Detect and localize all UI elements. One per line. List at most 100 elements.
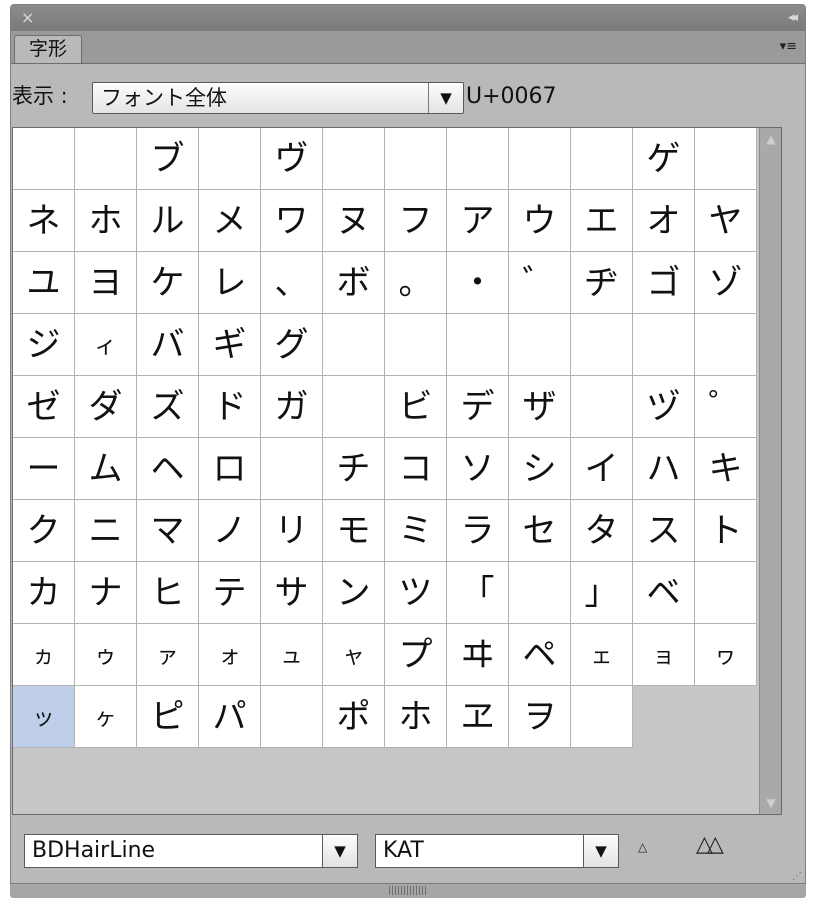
collapse-icon[interactable]: ◂◂ [788,7,798,29]
glyph-cell[interactable] [695,314,757,376]
glyph-cell[interactable]: デ [447,376,509,438]
glyph-cell[interactable]: ゜ [695,376,757,438]
glyph-cell[interactable]: ヘ [137,438,199,500]
font-family-select[interactable]: BDHairLine ▼ [24,834,358,868]
glyph-cell[interactable]: グ [261,314,323,376]
glyph-cell[interactable]: ジ [13,314,75,376]
glyph-cell[interactable]: ァ [137,624,199,686]
glyph-cell[interactable]: ヲ [509,686,571,748]
glyph-cell[interactable]: ブ [137,128,199,190]
vertical-scrollbar[interactable]: ▲ ▼ [759,128,781,814]
glyph-cell[interactable] [323,314,385,376]
glyph-cell[interactable]: ボ [323,252,385,314]
glyph-cell[interactable]: ィ [75,314,137,376]
glyph-cell[interactable]: ギ [199,314,261,376]
glyph-cell[interactable]: ピ [137,686,199,748]
close-icon[interactable]: × [21,7,34,29]
glyph-cell[interactable]: 」 [571,562,633,624]
glyph-cell[interactable]: プ [385,624,447,686]
glyph-cell[interactable] [447,128,509,190]
scroll-up-icon[interactable]: ▲ [760,132,781,146]
glyph-cell[interactable] [261,686,323,748]
glyph-cell[interactable]: ン [323,562,385,624]
glyph-cell[interactable]: ク [13,500,75,562]
glyph-cell[interactable]: ナ [75,562,137,624]
glyph-cell[interactable] [571,376,633,438]
glyph-cell[interactable]: ス [633,500,695,562]
glyph-cell[interactable]: ダ [75,376,137,438]
glyph-cell[interactable]: ド [199,376,261,438]
glyph-cell[interactable]: ヴ [261,128,323,190]
glyph-cell[interactable] [199,128,261,190]
glyph-cell[interactable]: ヮ [695,624,757,686]
glyph-cell[interactable]: ャ [323,624,385,686]
glyph-cell[interactable]: ロ [199,438,261,500]
glyph-cell[interactable]: ガ [261,376,323,438]
glyph-cell[interactable]: ツ [385,562,447,624]
glyph-cell[interactable]: ョ [633,624,695,686]
glyph-cell[interactable]: セ [509,500,571,562]
glyph-cell[interactable]: レ [199,252,261,314]
glyph-cell[interactable]: オ [633,190,695,252]
glyph-cell[interactable]: ユ [13,252,75,314]
glyph-cell[interactable] [571,686,633,748]
glyph-cell[interactable]: マ [137,500,199,562]
glyph-cell[interactable] [447,314,509,376]
glyph-cell[interactable]: イ [571,438,633,500]
glyph-cell[interactable]: ヂ [571,252,633,314]
glyph-cell[interactable]: ヶ [75,686,137,748]
glyph-cell[interactable]: ニ [75,500,137,562]
glyph-cell[interactable]: ノ [199,500,261,562]
glyph-cell[interactable] [571,128,633,190]
glyph-cell[interactable] [509,128,571,190]
glyph-cell[interactable]: ゴ [633,252,695,314]
glyph-cell[interactable]: 「 [447,562,509,624]
glyph-cell[interactable]: ケ [137,252,199,314]
glyph-cell[interactable]: ト [695,500,757,562]
glyph-cell[interactable] [571,314,633,376]
glyph-cell[interactable]: コ [385,438,447,500]
glyph-cell[interactable] [385,314,447,376]
glyph-cell[interactable]: ム [75,438,137,500]
glyph-cell[interactable]: ラ [447,500,509,562]
glyph-cell[interactable]: ホ [75,190,137,252]
glyph-cell[interactable]: ハ [633,438,695,500]
glyph-cell[interactable]: シ [509,438,571,500]
glyph-cell[interactable]: パ [199,686,261,748]
glyph-cell[interactable]: ゲ [633,128,695,190]
glyph-cell[interactable]: 、 [261,252,323,314]
glyph-cell[interactable] [385,128,447,190]
glyph-cell[interactable]: ポ [323,686,385,748]
glyph-cell[interactable] [509,562,571,624]
zoom-out-icon[interactable]: △ [638,840,647,854]
glyph-cell[interactable]: ゥ [75,624,137,686]
glyph-cell[interactable]: ヅ [633,376,695,438]
glyph-cell[interactable]: チ [323,438,385,500]
glyph-cell[interactable]: ゾ [695,252,757,314]
glyph-cell[interactable]: ア [447,190,509,252]
display-dropdown[interactable]: フォント全体 ▼ [92,82,464,114]
glyph-cell[interactable] [695,128,757,190]
glyph-cell[interactable]: ペ [509,624,571,686]
glyph-cell[interactable]: ホ [385,686,447,748]
glyph-cell[interactable]: メ [199,190,261,252]
glyph-cell[interactable]: エ [571,190,633,252]
glyph-cell[interactable]: バ [137,314,199,376]
glyph-cell[interactable] [695,562,757,624]
glyph-cell[interactable]: ォ [199,624,261,686]
glyph-cell[interactable]: ミ [385,500,447,562]
glyph-cell[interactable]: ル [137,190,199,252]
scroll-down-icon[interactable]: ▼ [760,796,781,810]
glyph-cell[interactable]: カ [13,562,75,624]
glyph-cell[interactable] [323,128,385,190]
glyph-cell[interactable]: ・ [447,252,509,314]
glyph-cell[interactable]: ウ [509,190,571,252]
glyph-cell[interactable]: ビ [385,376,447,438]
glyph-cell[interactable]: ワ [261,190,323,252]
tab-glyphs[interactable]: 字形 [14,35,82,63]
glyph-cell[interactable]: ヱ [447,686,509,748]
glyph-cell[interactable]: タ [571,500,633,562]
glyph-cell[interactable] [633,314,695,376]
font-style-select[interactable]: KAT ▼ [375,834,619,868]
glyph-cell[interactable] [261,438,323,500]
